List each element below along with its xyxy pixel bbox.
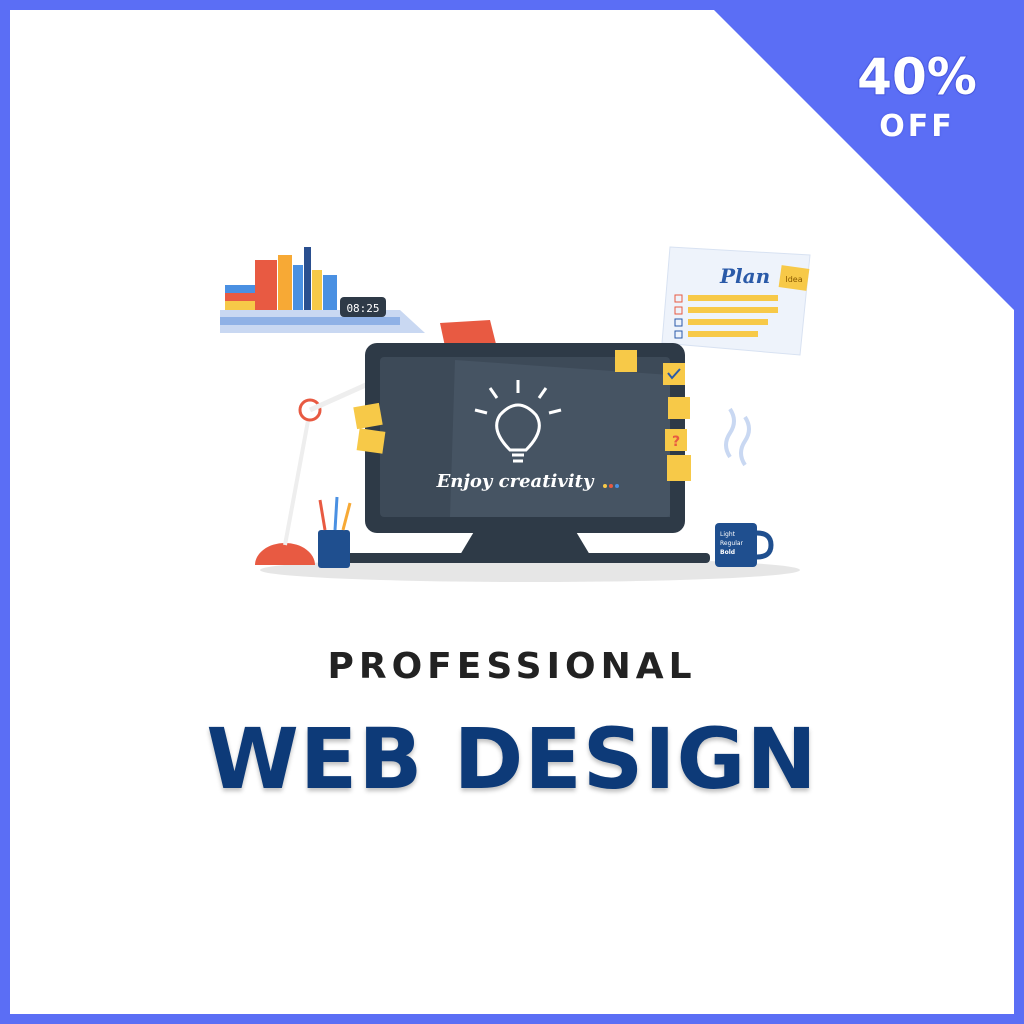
svg-text:?: ?	[672, 434, 680, 450]
screen-text: Enjoy creativity	[436, 471, 595, 492]
headline-top: PROFESSIONAL	[327, 646, 697, 687]
discount-off-label: OFF	[879, 109, 955, 144]
discount-percent: 40%	[856, 48, 978, 106]
sticky-note	[663, 363, 685, 385]
sticky-note	[353, 402, 383, 430]
clock-time: 08:25	[346, 302, 379, 315]
headline-main: WEB DESIGN	[206, 710, 818, 808]
desk-clock: 08:25	[340, 297, 386, 317]
sticky-note	[615, 350, 637, 372]
mug-line-1: Light	[720, 531, 736, 538]
pencil-cup	[318, 496, 352, 568]
sticky-note	[356, 428, 386, 454]
plan-title: Plan	[719, 264, 770, 288]
mug-line-3: Bold	[720, 549, 735, 556]
idea-note-label: Idea	[785, 275, 802, 284]
bookshelf	[220, 247, 425, 333]
promo-card: 40% OFF 08:25 Plan Idea Enjoy creativity…	[10, 10, 1014, 1014]
coffee-mug: Light Regular Bold	[715, 407, 774, 567]
sticky-note	[667, 455, 691, 481]
monitor: Enjoy creativity ?	[340, 343, 710, 563]
sticky-note	[668, 397, 690, 419]
mug-line-2: Regular	[720, 540, 744, 547]
plan-board: Plan Idea	[661, 246, 811, 356]
web-design-illustration: 08:25 Plan Idea Enjoy creativity ? Light…	[220, 246, 811, 582]
